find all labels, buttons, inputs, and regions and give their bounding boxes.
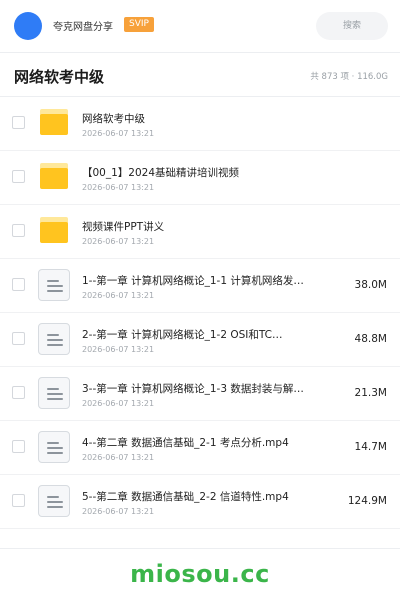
divider	[0, 548, 400, 549]
folder-icon	[38, 161, 70, 193]
list-item[interactable]: 5--第二章 数据通信基础_2-2 信道特性.mp4 2026-06-07 13:…	[0, 475, 400, 529]
item-date: 2026-06-07 13:21	[82, 399, 155, 408]
list-item[interactable]: 3--第一章 计算机网络概论_1-3 数据封装与解… 2026-06-07 13:…	[0, 367, 400, 421]
item-date: 2026-06-07 13:21	[82, 129, 155, 138]
item-size: 124.9M	[347, 495, 387, 507]
item-size: 21.3M	[354, 387, 387, 399]
folder-icon	[38, 107, 70, 139]
list-item[interactable]: 4--第二章 数据通信基础_2-1 考点分析.mp4 2026-06-07 13:…	[0, 421, 400, 475]
item-size: 48.8M	[354, 333, 387, 345]
folder-header: 网络软考中级 共 873 项 · 116.0G	[0, 53, 400, 98]
video-file-icon	[38, 269, 70, 301]
list-item[interactable]: 1--第一章 计算机网络概论_1-1 计算机网络发… 2026-06-07 13:…	[0, 259, 400, 313]
list-item[interactable]: 2--第一章 计算机网络概论_1-2 OSI和TC… 2026-06-07 13:…	[0, 313, 400, 367]
item-name: 【00_1】2024基础精讲培训视频	[82, 167, 240, 179]
item-date: 2026-06-07 13:21	[82, 183, 155, 192]
item-size: 38.0M	[354, 279, 387, 291]
item-name: 5--第二章 数据通信基础_2-2 信道特性.mp4	[82, 491, 289, 503]
avatar[interactable]	[14, 12, 42, 40]
select-checkbox[interactable]	[12, 332, 25, 345]
watermark: miosou.cc	[130, 560, 270, 588]
item-date: 2026-06-07 13:21	[82, 237, 155, 246]
item-name: 3--第一章 计算机网络概论_1-3 数据封装与解…	[82, 383, 304, 395]
top-bar: 夸克网盘分享 SVIP 搜索	[0, 0, 400, 52]
item-name: 2--第一章 计算机网络概论_1-2 OSI和TC…	[82, 329, 283, 341]
video-file-icon	[38, 485, 70, 517]
app-title: 夸克网盘分享	[53, 22, 113, 33]
list-item[interactable]: 视频课件PPT讲义 2026-06-07 13:21	[0, 205, 400, 259]
video-file-icon	[38, 431, 70, 463]
select-checkbox[interactable]	[12, 224, 25, 237]
page-title: 网络软考中级	[14, 68, 105, 86]
item-name: 网络软考中级	[82, 113, 145, 125]
item-date: 2026-06-07 13:21	[82, 345, 155, 354]
select-checkbox[interactable]	[12, 386, 25, 399]
list-item[interactable]: 【00_1】2024基础精讲培训视频 2026-06-07 13:21	[0, 151, 400, 205]
select-checkbox[interactable]	[12, 116, 25, 129]
folder-icon	[38, 215, 70, 247]
item-name: 1--第一章 计算机网络概论_1-1 计算机网络发…	[82, 275, 304, 287]
item-size: 14.7M	[354, 441, 387, 453]
item-date: 2026-06-07 13:21	[82, 507, 155, 516]
svip-badge: SVIP	[124, 17, 154, 32]
item-name: 4--第二章 数据通信基础_2-1 考点分析.mp4	[82, 437, 289, 449]
item-name: 视频课件PPT讲义	[82, 221, 165, 233]
item-date: 2026-06-07 13:21	[82, 291, 155, 300]
video-file-icon	[38, 323, 70, 355]
select-checkbox[interactable]	[12, 278, 25, 291]
file-list: 网络软考中级 2026-06-07 13:21 【00_1】2024基础精讲培训视频…	[0, 97, 400, 529]
folder-stats: 共 873 项 · 116.0G	[310, 72, 388, 82]
search-button[interactable]: 搜索	[316, 12, 388, 40]
video-file-icon	[38, 377, 70, 409]
select-checkbox[interactable]	[12, 170, 25, 183]
item-date: 2026-06-07 13:21	[82, 453, 155, 462]
select-checkbox[interactable]	[12, 494, 25, 507]
select-checkbox[interactable]	[12, 440, 25, 453]
list-item[interactable]: 网络软考中级 2026-06-07 13:21	[0, 97, 400, 151]
